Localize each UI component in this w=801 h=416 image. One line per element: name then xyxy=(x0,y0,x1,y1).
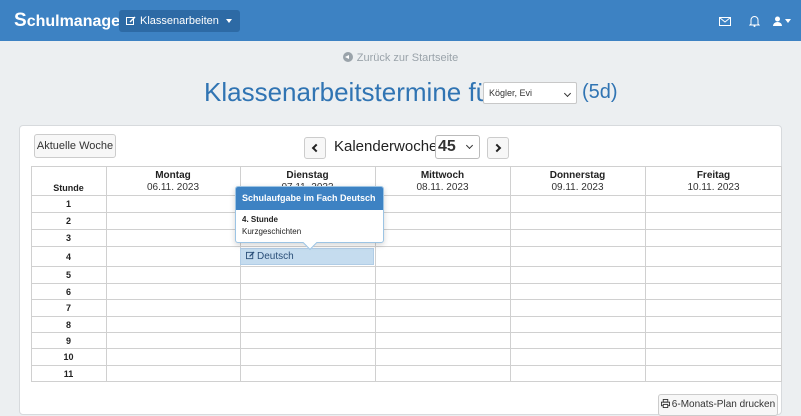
day-date-monday: 06.11. 2023 xyxy=(146,182,200,193)
grid-line xyxy=(31,229,782,230)
brand-logo[interactable]: Schulmanager xyxy=(14,10,126,32)
grid-line xyxy=(31,212,782,213)
klassenarbeiten-dropdown[interactable]: Klassenarbeiten xyxy=(119,10,240,32)
printer-icon xyxy=(660,399,670,408)
week-number: 45 xyxy=(438,138,456,155)
day-header-wednesday: Mittwoch xyxy=(420,170,465,181)
edit-icon xyxy=(246,251,255,260)
day-header-monday: Montag xyxy=(155,170,191,181)
edit-icon xyxy=(126,16,136,25)
print-six-month-plan-button[interactable]: 6-Monats-Plan drucken xyxy=(658,394,778,416)
period-number: 6 xyxy=(65,287,71,297)
arrow-left-circle-icon xyxy=(342,52,353,62)
teacher-select[interactable]: Kögler, Evi xyxy=(483,82,577,104)
day-header-friday: Freitag xyxy=(696,170,731,181)
period-number: 2 xyxy=(65,216,71,226)
grid-line xyxy=(106,166,107,382)
period-number: 11 xyxy=(63,369,74,379)
week-label: Kalenderwoche xyxy=(334,138,438,155)
period-number: 8 xyxy=(65,320,71,330)
previous-week-button[interactable] xyxy=(304,137,326,159)
day-date-friday: 10.11. 2023 xyxy=(687,182,740,193)
grid-line xyxy=(510,166,511,382)
current-week-button[interactable]: Aktuelle Woche xyxy=(34,134,116,158)
grid-line xyxy=(645,166,646,382)
chevron-left-icon xyxy=(311,143,321,153)
back-to-start-link[interactable]: Zurück zur Startseite xyxy=(0,52,801,64)
mail-icon[interactable] xyxy=(718,14,732,28)
day-date-thursday: 09.11. 2023 xyxy=(551,182,604,193)
grid-line xyxy=(31,332,782,333)
class-label: (5d) xyxy=(582,81,618,103)
calendar-card xyxy=(19,125,782,415)
period-number: 3 xyxy=(65,233,71,243)
grid-line xyxy=(31,365,782,366)
grid-line xyxy=(31,316,782,317)
user-menu-icon[interactable] xyxy=(772,14,792,28)
popover-title: Schulaufgabe im Fach Deutsch xyxy=(236,187,383,210)
day-header-thursday: Donnerstag xyxy=(549,170,606,181)
grid-line xyxy=(31,348,782,349)
day-date-wednesday: 08.11. 2023 xyxy=(416,182,469,193)
page-title: Klassenarbeitstermine für xyxy=(204,77,499,107)
exam-popover: Schulaufgabe im Fach Deutsch 4. Stunde K… xyxy=(235,186,384,251)
back-link-label: Zurück zur Startseite xyxy=(356,52,459,64)
period-number: 5 xyxy=(65,270,71,280)
popover-description: Kurzgeschichten xyxy=(242,227,302,236)
week-select[interactable]: 45 xyxy=(435,135,480,159)
grid-line xyxy=(31,195,782,196)
grid-line xyxy=(31,381,782,382)
period-number: 1 xyxy=(65,199,71,209)
period-number: 7 xyxy=(65,303,71,313)
day-header-tuesday: Dienstag xyxy=(286,170,329,181)
klassenarbeiten-label: Klassenarbeiten xyxy=(140,15,219,27)
event-label: Deutsch xyxy=(257,251,294,262)
chevron-down-icon xyxy=(465,141,474,150)
grid-line xyxy=(781,166,782,382)
chevron-down-icon xyxy=(225,19,232,23)
exam-event-deutsch[interactable]: Deutsch xyxy=(240,248,374,265)
bell-icon[interactable] xyxy=(747,14,761,28)
navbar: Schulmanager Klassenarbeiten xyxy=(0,0,801,41)
period-column-header: Stunde xyxy=(53,183,84,193)
teacher-select-value: Kögler, Evi xyxy=(489,88,533,98)
grid-line xyxy=(31,166,782,167)
grid-line xyxy=(31,266,782,267)
print-button-label: 6-Monats-Plan drucken xyxy=(671,399,776,410)
period-number: 4 xyxy=(65,252,71,262)
period-number: 10 xyxy=(63,352,74,362)
grid-line xyxy=(31,283,782,284)
next-week-button[interactable] xyxy=(487,137,509,159)
grid-line xyxy=(31,246,782,247)
chevron-down-icon xyxy=(563,89,572,98)
grid-line xyxy=(31,299,782,300)
period-number: 9 xyxy=(65,336,71,346)
chevron-right-icon xyxy=(492,143,502,153)
popover-period: 4. Stunde xyxy=(242,215,279,224)
